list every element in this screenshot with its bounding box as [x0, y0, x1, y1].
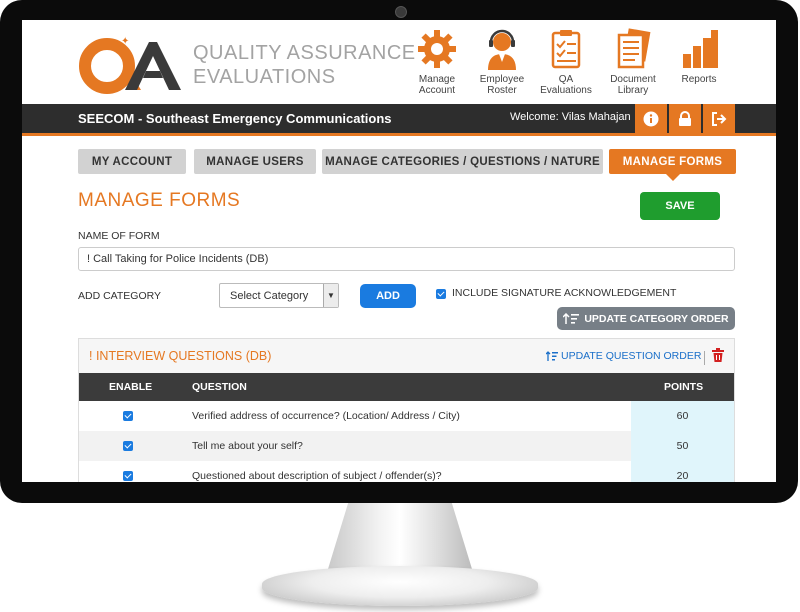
app-screen: ✦ QUALITY ASSURANCE EVALUATIONS Manage Ac…: [22, 20, 776, 482]
update-question-order-label: UPDATE QUESTION ORDER: [561, 350, 702, 362]
signature-checkbox[interactable]: [436, 289, 446, 299]
enable-checkbox[interactable]: [123, 411, 133, 421]
points-value[interactable]: 20: [631, 461, 734, 482]
tab-manage-categories[interactable]: MANAGE CATEGORIES / QUESTIONS / NATURE: [322, 149, 603, 174]
nav-label: Evaluations: [540, 85, 592, 96]
nav-label: Document: [610, 74, 656, 85]
trash-icon[interactable]: [712, 348, 724, 362]
info-icon: [643, 111, 659, 126]
chevron-down-icon: ▼: [323, 284, 338, 307]
form-name-label: NAME OF FORM: [78, 230, 160, 242]
update-category-order-label: UPDATE CATEGORY ORDER: [584, 312, 729, 325]
lock-icon: [679, 110, 691, 126]
header-enable: ENABLE: [109, 381, 153, 393]
table-header: ENABLE QUESTION POINTS: [79, 373, 734, 401]
header-points: POINTS: [664, 381, 704, 393]
documents-icon: [617, 28, 651, 69]
clipboard-icon: [551, 30, 581, 69]
save-button[interactable]: SAVE: [640, 192, 720, 220]
nav-label: QA: [558, 74, 574, 85]
lock-button[interactable]: [669, 104, 701, 133]
add-category-label: ADD CATEGORY: [78, 290, 162, 302]
info-button[interactable]: [635, 104, 667, 133]
tab-manage-forms[interactable]: MANAGE FORMS: [609, 149, 736, 181]
tab-manage-users[interactable]: MANAGE USERS: [194, 149, 316, 174]
question-text: Verified address of occurrence? (Locatio…: [192, 410, 460, 422]
qa-logo-icon: ✦: [79, 36, 181, 94]
org-bar: SEECOM - Southeast Emergency Communicati…: [22, 104, 776, 136]
form-name-input[interactable]: ! Call Taking for Police Incidents (DB): [78, 247, 735, 271]
nav-label: Manage: [418, 74, 456, 85]
divider: [704, 351, 705, 365]
monitor-stand-base: [262, 566, 538, 606]
update-category-order-button[interactable]: UPDATE CATEGORY ORDER: [557, 307, 735, 330]
update-question-order-link[interactable]: UPDATE QUESTION ORDER: [546, 350, 701, 362]
gear-icon: [418, 30, 456, 68]
brand-title-line2: EVALUATIONS: [193, 66, 336, 88]
monitor-stand-neck: [328, 503, 472, 569]
category-title: ! INTERVIEW QUESTIONS (DB): [89, 349, 272, 363]
nav-label: Roster: [487, 85, 517, 96]
nav-label: Account: [418, 85, 456, 96]
nav-label: Employee: [479, 74, 525, 85]
enable-checkbox[interactable]: [123, 441, 133, 451]
svg-text:✦: ✦: [121, 36, 129, 47]
question-text: Questioned about description of subject …: [192, 470, 442, 482]
points-value[interactable]: 60: [631, 401, 734, 431]
welcome-text: Welcome: Vilas Mahajan: [510, 111, 631, 123]
nav-manage-account[interactable]: Manage Account: [406, 28, 468, 96]
table-row: Questioned about description of subject …: [79, 461, 734, 482]
form-name-value: ! Call Taking for Police Incidents (DB): [87, 253, 269, 265]
signature-label: INCLUDE SIGNATURE ACKNOWLEDGEMENT: [452, 287, 677, 299]
logout-icon: [712, 111, 727, 126]
header-question: QUESTION: [192, 381, 247, 393]
category-select-value: Select Category: [230, 290, 309, 302]
nav-qa-evaluations[interactable]: QA Evaluations: [535, 28, 597, 96]
nav-employee-roster[interactable]: Employee Roster: [471, 28, 533, 96]
headset-user-icon: [488, 29, 516, 70]
tab-my-account[interactable]: MY ACCOUNT: [78, 149, 186, 174]
category-panel: ! INTERVIEW QUESTIONS (DB) UPDATE QUESTI…: [78, 338, 735, 482]
brand-title-line1: QUALITY ASSURANCE: [193, 42, 416, 64]
page-title: MANAGE FORMS: [78, 190, 241, 211]
add-category-button[interactable]: ADD: [360, 284, 416, 308]
bar-chart-icon: [683, 30, 718, 68]
nav-reports[interactable]: Reports: [668, 28, 730, 85]
nav-label: Reports: [681, 74, 717, 85]
table-row: Verified address of occurrence? (Locatio…: [79, 401, 734, 432]
nav-label: Library: [617, 85, 649, 96]
points-value[interactable]: 50: [631, 431, 734, 461]
org-name: SEECOM - Southeast Emergency Communicati…: [78, 111, 392, 126]
sort-order-icon: [546, 350, 558, 361]
sort-order-icon: [563, 312, 580, 324]
enable-checkbox[interactable]: [123, 471, 133, 481]
logout-button[interactable]: [703, 104, 735, 133]
camera-icon: [395, 6, 407, 18]
question-text: Tell me about your self?: [192, 440, 303, 452]
table-row: Tell me about your self? 50: [79, 431, 734, 462]
category-select[interactable]: Select Category ▼: [219, 283, 339, 308]
nav-document-library[interactable]: Document Library: [602, 28, 664, 96]
